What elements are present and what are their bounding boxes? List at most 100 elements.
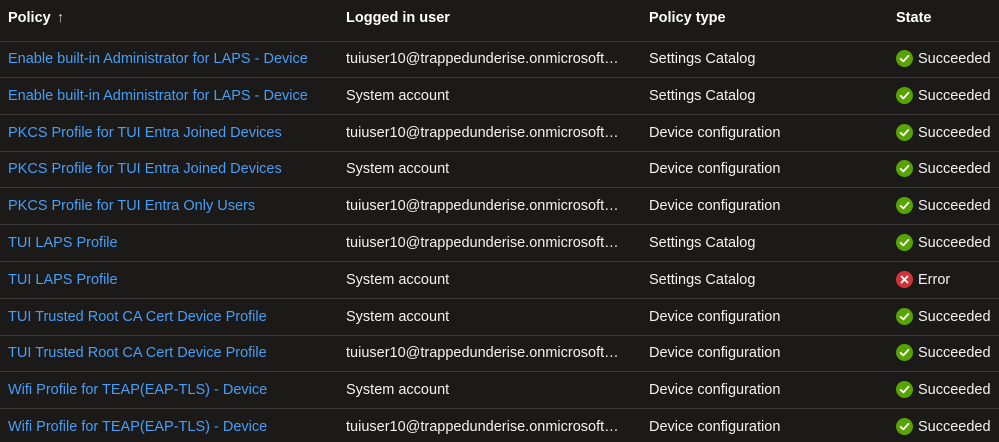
logged-in-user-text: System account — [346, 309, 450, 325]
policy-type-cell: Settings Catalog — [649, 88, 756, 104]
logged-in-user-text: tuiuser10@trappedunderise.onmicrosoft.co… — [346, 125, 622, 141]
policy-cell: TUI Trusted Root CA Cert Device Profile — [8, 336, 338, 372]
table-row[interactable]: PKCS Profile for TUI Entra Joined Device… — [0, 116, 999, 152]
policy-cell: TUI LAPS Profile — [8, 263, 338, 299]
policy-type-cell: Device configuration — [649, 345, 781, 361]
state-cell: Succeeded — [896, 152, 999, 188]
logged-in-user-cell: tuiuser10@trappedunderise.onmicrosoft.co… — [346, 42, 636, 78]
logged-in-user-cell: tuiuser10@trappedunderise.onmicrosoft.co… — [346, 226, 636, 262]
logged-in-user-cell: tuiuser10@trappedunderise.onmicrosoft.co… — [346, 410, 636, 442]
policy-link[interactable]: TUI Trusted Root CA Cert Device Profile — [8, 309, 267, 325]
logged-in-user-text: tuiuser10@trappedunderise.onmicrosoft.co… — [346, 198, 622, 214]
state-label: Error — [918, 272, 951, 288]
success-check-icon — [896, 159, 913, 177]
state-label: Succeeded — [918, 125, 991, 141]
policy-type-cell: Device configuration — [649, 382, 781, 398]
success-check-icon — [896, 86, 913, 104]
success-check-icon — [896, 307, 913, 325]
policy-type-cell: Settings Catalog — [649, 235, 756, 251]
policy-type-cell: Device configuration — [649, 161, 781, 177]
logged-in-user-text: System account — [346, 382, 450, 398]
table-row[interactable]: PKCS Profile for TUI Entra Joined Device… — [0, 152, 999, 188]
success-check-icon — [896, 343, 913, 361]
policy-cell: Wifi Profile for TEAP(EAP-TLS) - Device — [8, 410, 338, 442]
state-label: Succeeded — [918, 88, 991, 104]
success-check-icon — [896, 123, 913, 141]
logged-in-user-cell: System account — [346, 152, 636, 188]
state-label: Succeeded — [918, 309, 991, 325]
state-cell: Succeeded — [896, 226, 999, 262]
logged-in-user-cell: tuiuser10@trappedunderise.onmicrosoft.co… — [346, 336, 636, 372]
table-row[interactable]: TUI LAPS Profile System account Settings C… — [0, 263, 999, 299]
error-icon — [896, 270, 913, 288]
table-row[interactable]: Enable built-in Administrator for LAPS -… — [0, 42, 999, 78]
column-header-policy-label: Policy — [8, 10, 51, 26]
state-cell: Succeeded — [896, 300, 999, 336]
state-cell: Succeeded — [896, 116, 999, 152]
state-cell: Succeeded — [896, 189, 999, 225]
state-cell: Error — [896, 263, 999, 299]
policy-link[interactable]: TUI LAPS Profile — [8, 272, 118, 288]
logged-in-user-text: tuiuser10@trappedunderise.onmicrosoft.co… — [346, 51, 622, 67]
policy-link[interactable]: PKCS Profile for TUI Entra Only Users — [8, 198, 255, 214]
policy-type-cell: Settings Catalog — [649, 272, 756, 288]
column-header-policy-type[interactable]: Policy type — [649, 0, 879, 42]
logged-in-user-cell: tuiuser10@trappedunderise.onmicrosoft.co… — [346, 189, 636, 225]
state-label: Succeeded — [918, 51, 991, 67]
logged-in-user-text: System account — [346, 88, 450, 104]
state-label: Succeeded — [918, 198, 991, 214]
table-header: Policy ↑ Logged in user Policy type State — [0, 0, 999, 42]
policy-cell: TUI LAPS Profile — [8, 226, 338, 262]
success-check-icon — [896, 233, 913, 251]
state-label: Succeeded — [918, 419, 991, 435]
state-cell: Succeeded — [896, 336, 999, 372]
table-row[interactable]: Wifi Profile for TEAP(EAP-TLS) - Device t… — [0, 410, 999, 442]
column-header-logged-in-user[interactable]: Logged in user — [346, 0, 636, 42]
state-label: Succeeded — [918, 345, 991, 361]
policy-link[interactable]: TUI Trusted Root CA Cert Device Profile — [8, 345, 267, 361]
policy-status-table: Policy ↑ Logged in user Policy type State… — [0, 0, 999, 442]
policy-link[interactable]: Enable built-in Administrator for LAPS -… — [8, 88, 308, 104]
policy-cell: Enable built-in Administrator for LAPS -… — [8, 42, 338, 78]
table-row[interactable]: TUI Trusted Root CA Cert Device Profile S… — [0, 300, 999, 336]
table-row[interactable]: TUI Trusted Root CA Cert Device Profile t… — [0, 336, 999, 372]
column-header-policy[interactable]: Policy ↑ — [8, 0, 338, 42]
policy-link[interactable]: PKCS Profile for TUI Entra Joined Device… — [8, 125, 282, 141]
state-cell: Succeeded — [896, 410, 999, 442]
policy-cell: PKCS Profile for TUI Entra Only Users — [8, 189, 338, 225]
logged-in-user-cell: System account — [346, 79, 636, 115]
logged-in-user-text: System account — [346, 161, 450, 177]
policy-link[interactable]: TUI LAPS Profile — [8, 235, 118, 251]
policy-type-cell: Device configuration — [649, 419, 781, 435]
policy-type-cell: Device configuration — [649, 198, 781, 214]
policy-cell: Wifi Profile for TEAP(EAP-TLS) - Device — [8, 373, 338, 409]
policy-cell: Enable built-in Administrator for LAPS -… — [8, 79, 338, 115]
table-row[interactable]: PKCS Profile for TUI Entra Only Users tui… — [0, 189, 999, 225]
state-label: Succeeded — [918, 161, 991, 177]
policy-type-cell: Settings Catalog — [649, 51, 756, 67]
table-row[interactable]: TUI LAPS Profile tuiuser10@trappedunderis… — [0, 226, 999, 262]
logged-in-user-text: tuiuser10@trappedunderise.onmicrosoft.co… — [346, 345, 622, 361]
logged-in-user-cell: tuiuser10@trappedunderise.onmicrosoft.co… — [346, 116, 636, 152]
table-row[interactable]: Wifi Profile for TEAP(EAP-TLS) - Device S… — [0, 373, 999, 409]
success-check-icon — [896, 417, 913, 435]
table-row[interactable]: Enable built-in Administrator for LAPS -… — [0, 79, 999, 115]
success-check-icon — [896, 196, 913, 214]
success-check-icon — [896, 380, 913, 398]
logged-in-user-cell: System account — [346, 263, 636, 299]
sort-ascending-icon: ↑ — [56, 10, 64, 26]
policy-link[interactable]: Wifi Profile for TEAP(EAP-TLS) - Device — [8, 419, 267, 435]
logged-in-user-text: System account — [346, 272, 450, 288]
state-label: Succeeded — [918, 235, 991, 251]
policy-link[interactable]: Wifi Profile for TEAP(EAP-TLS) - Device — [8, 382, 267, 398]
policy-cell: PKCS Profile for TUI Entra Joined Device… — [8, 116, 338, 152]
policy-link[interactable]: Enable built-in Administrator for LAPS -… — [8, 51, 308, 67]
policy-cell: PKCS Profile for TUI Entra Joined Device… — [8, 152, 338, 188]
column-header-state[interactable]: State — [896, 0, 999, 42]
state-label: Succeeded — [918, 382, 991, 398]
policy-link[interactable]: PKCS Profile for TUI Entra Joined Device… — [8, 161, 282, 177]
success-check-icon — [896, 49, 913, 67]
logged-in-user-cell: System account — [346, 373, 636, 409]
logged-in-user-text: tuiuser10@trappedunderise.onmicrosoft.co… — [346, 419, 622, 435]
policy-type-cell: Device configuration — [649, 125, 781, 141]
